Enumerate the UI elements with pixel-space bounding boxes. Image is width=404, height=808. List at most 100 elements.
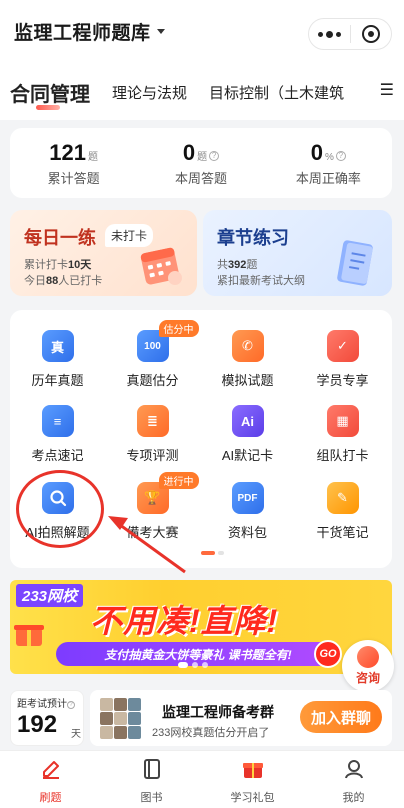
daily-title: 每日一练 <box>24 228 96 248</box>
feature-label: 历年真题 <box>31 373 84 388</box>
pencil-icon <box>42 761 59 779</box>
feature-label: 资料包 <box>227 525 267 540</box>
top-bar: 监理工程师题库 <box>0 0 404 62</box>
tab-label: 理论与法规 <box>112 85 188 102</box>
feature-key-points[interactable]: ≡ 考点速记 <box>10 405 105 464</box>
tab-label: 目标控制（土木建筑 <box>209 85 345 102</box>
gift-icon <box>14 625 44 646</box>
help-icon: ? <box>67 701 75 709</box>
feature-grid: 真 历年真题 100 估分中 真题估分 ✆ 模拟试题 ✓ 学员专享 ≡ 考点速记 … <box>10 310 392 568</box>
countdown-label: 距考试预计? <box>17 695 75 710</box>
stat-total-answered[interactable]: 121 题 累计答题 <box>10 128 137 198</box>
chapter-note: 紧扣最新考试大纲 <box>217 275 305 287</box>
tab-theory-regulations[interactable]: 理论与法规 <box>112 62 187 103</box>
tab-label: 合同管理 <box>10 84 90 106</box>
notebook-icon <box>337 240 373 286</box>
consult-label: 咨询 <box>355 671 380 685</box>
menu-list-icon: ☰ <box>379 82 394 99</box>
study-group-card: 监理工程师备考群 233网校真题估分开启了 加入群聊 <box>90 690 392 746</box>
feature-label: 真题估分 <box>126 373 179 388</box>
feature-exam-contest[interactable]: 🏆 进行中 備考大赛 <box>105 472 200 541</box>
in-progress-tag: 进行中 <box>158 472 199 489</box>
close-target-icon[interactable] <box>350 25 391 43</box>
stat-value: 0 <box>182 140 196 165</box>
feature-score-estimate[interactable]: 100 估分中 真题估分 <box>105 320 200 389</box>
feature-team-checkin[interactable]: ▦ 组队打卡 <box>295 405 390 464</box>
brand-logo: 233网校 <box>16 584 84 607</box>
tab-target-control[interactable]: 目标控制（土木建筑 <box>209 62 344 103</box>
group-avatars <box>100 698 142 739</box>
help-icon[interactable]: ? <box>209 151 220 161</box>
group-subtitle: 233网校真题估分开启了 <box>152 727 270 739</box>
estimating-tag: 估分中 <box>158 320 199 337</box>
feature-label: 考点速记 <box>31 448 84 463</box>
feature-label: AI默记卡 <box>221 448 274 463</box>
feature-student-exclusive[interactable]: ✓ 学员专享 <box>295 330 390 389</box>
countdown-unit: 天 <box>71 729 81 740</box>
score-100-icon: 100 估分中 <box>136 320 199 362</box>
bottom-row: 距考试预计? 192 天 监理工程师备考群 233网校真题估分开启了 加入群聊 <box>10 688 392 748</box>
promo-banner[interactable]: 233网校 不用凑!直降! 支付抽黄金大饼等豪礼 课书题全有! GO <box>10 580 392 674</box>
banner-headline: 不用凑!直降! <box>90 603 279 639</box>
stats-card: 121 题 累计答题 0 题? 本周答题 0%? 本周正确率 <box>10 128 392 198</box>
feature-ai-photo-solve[interactable]: AI拍照解题 <box>10 482 105 541</box>
team-calendar-icon: ▦ <box>326 405 359 437</box>
caret-down-icon[interactable] <box>156 28 165 34</box>
mini-program-capsule <box>308 18 392 50</box>
go-button[interactable]: GO <box>314 640 342 668</box>
tabbar-mine[interactable]: 我的 <box>303 751 404 808</box>
daily-practice-card[interactable]: 每日一练 未打卡 累计打卡10天 今日88人已打卡 <box>10 210 197 296</box>
camera-search-icon <box>41 482 74 514</box>
grid-page-indicator-active <box>201 551 215 555</box>
feature-special-assessment[interactable]: ≣ 专项评测 <box>105 405 200 464</box>
chapter-practice-card[interactable]: 章节练习 共392题 紧扣最新考试大纲 <box>203 210 392 296</box>
exam-countdown[interactable]: 距考试预计? 192 天 <box>10 690 84 746</box>
feature-notes[interactable]: ✎ 干货笔记 <box>295 482 390 541</box>
tabbar-label: 刷题 <box>39 792 62 804</box>
bottom-tabbar: 刷题 图书 学习礼包 我的 <box>0 750 404 808</box>
stat-label: 本周答题 <box>174 171 227 186</box>
countdown-days: 192 <box>17 711 58 738</box>
feature-label: 组队打卡 <box>316 448 369 463</box>
stat-unit: 题 <box>197 152 208 163</box>
stat-unit: 题 <box>88 152 99 163</box>
join-group-button[interactable]: 加入群聊 <box>300 701 382 733</box>
past-exam-icon: 真 <box>41 330 74 362</box>
ai-card-icon: Ai <box>231 405 264 437</box>
chapter-title: 章节练习 <box>217 228 289 248</box>
stat-week-accuracy[interactable]: 0%? 本周正确率 <box>265 128 392 198</box>
tabs-more-button[interactable]: ☰ <box>364 62 404 120</box>
feature-label: 学员专享 <box>316 373 369 388</box>
gift-box-icon <box>242 763 263 778</box>
feature-past-exams[interactable]: 真 历年真题 <box>10 330 105 389</box>
phone-book-icon: ✆ <box>231 330 264 362</box>
tab-contract-management[interactable]: 合同管理 <box>10 62 90 110</box>
stat-unit: % <box>324 152 334 163</box>
stat-label: 累计答题 <box>47 171 100 186</box>
user-icon <box>344 760 363 779</box>
tabbar-practice[interactable]: 刷题 <box>0 751 101 808</box>
tabbar-label: 我的 <box>342 792 365 804</box>
stat-value: 121 <box>49 140 87 165</box>
tabbar-books[interactable]: 图书 <box>101 751 202 808</box>
help-icon[interactable]: ? <box>335 151 346 161</box>
feature-label: 专项评测 <box>126 448 179 463</box>
checkin-total: 累计打卡10天 <box>24 259 92 271</box>
feature-label: AI拍照解题 <box>25 525 90 540</box>
tabbar-label: 图书 <box>140 792 163 804</box>
chapter-count: 共392题 <box>217 259 258 271</box>
feature-label: 模拟试题 <box>221 373 274 388</box>
tabbar-label: 学习礼包 <box>230 792 275 804</box>
memo-icon: ≡ <box>41 405 74 437</box>
feature-label: 干货笔记 <box>316 525 369 540</box>
calendar-icon <box>140 247 182 285</box>
stat-week-answered[interactable]: 0 题? 本周答题 <box>137 128 264 198</box>
feature-mock-exams[interactable]: ✆ 模拟试题 <box>200 330 295 389</box>
pdf-icon: PDF <box>231 482 264 514</box>
more-dots-icon[interactable] <box>309 30 350 38</box>
tabbar-gift-pack[interactable]: 学习礼包 <box>202 751 303 808</box>
app-title[interactable]: 监理工程师题库 <box>14 18 151 45</box>
consult-button[interactable]: 咨询 <box>342 640 394 692</box>
feature-ai-flashcards[interactable]: Ai AI默记卡 <box>200 405 295 464</box>
feature-materials-pack[interactable]: PDF 资料包 <box>200 482 295 541</box>
